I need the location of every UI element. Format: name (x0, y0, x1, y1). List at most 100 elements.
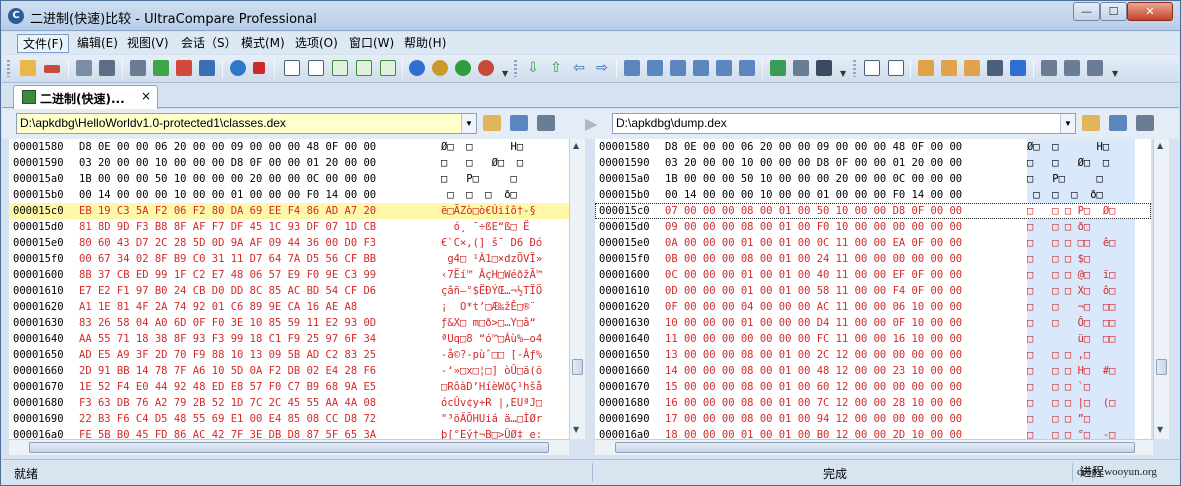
print-preview-icon[interactable] (76, 60, 92, 76)
hex-row[interactable]: 000015e0 80 60 43 D7 2C 28 5D 0D 9A AF 09… (9, 235, 569, 251)
hex-row[interactable]: 00001630 10 00 00 00 01 00 00 00 D4 11 00… (595, 315, 1151, 331)
menu-session[interactable]: 会话（S） (176, 34, 242, 53)
scroll-up-icon[interactable]: ▲ (1157, 141, 1163, 150)
columns-icon[interactable] (1087, 60, 1103, 76)
columns-icon[interactable] (1064, 60, 1080, 76)
hex-row[interactable]: 00001580 D8 0E 00 00 06 20 00 00 09 00 00… (9, 139, 569, 155)
left-vertical-scrollbar[interactable]: ▲ ▼ (569, 139, 585, 439)
hex-row[interactable]: 000015a0 1B 00 00 00 50 10 00 00 00 20 00… (595, 171, 1151, 187)
hex-row[interactable]: 000015b0 00 14 00 00 00 10 00 00 01 00 00… (595, 187, 1151, 203)
hex-row[interactable]: 00001600 8B 37 CB ED 99 1F C2 E7 48 06 57… (9, 267, 569, 283)
menu-help[interactable]: 帮助(H) (399, 34, 451, 53)
hex-row[interactable]: 000015f0 0B 00 00 00 08 00 01 00 24 11 00… (595, 251, 1151, 267)
hex-row[interactable]: 00001610 E7 E2 F1 97 B0 24 CB D0 DD 8C 85… (9, 283, 569, 299)
next-diff-icon[interactable]: ⇩ (525, 60, 541, 76)
hex-row[interactable]: 00001680 16 00 00 00 08 00 01 00 7C 12 00… (595, 395, 1151, 411)
hex-row[interactable]: 00001590 03 20 00 00 10 00 00 00 D8 0F 00… (9, 155, 569, 171)
chevron-down-icon[interactable]: ▼ (1060, 114, 1075, 133)
stop-icon[interactable] (253, 62, 265, 74)
hex-row[interactable]: 00001660 14 00 00 00 08 00 01 00 48 12 00… (595, 363, 1151, 379)
hex-row[interactable]: 00001610 0D 00 00 00 01 00 01 00 58 11 00… (595, 283, 1151, 299)
merge-icon[interactable] (716, 60, 732, 76)
open-folder-icon[interactable] (1082, 115, 1100, 131)
print-icon[interactable] (99, 60, 115, 76)
add-icon[interactable] (455, 60, 471, 76)
hex-row[interactable]: 00001670 1E 52 F4 E0 44 92 48 ED E8 57 F0… (9, 379, 569, 395)
hex-row[interactable]: 000015c0 EB 19 C3 5A F2 06 F2 80 DA 69 EE… (9, 203, 569, 219)
hex-row[interactable]: 00001630 83 26 58 04 A0 6D 0F F0 3E 10 85… (9, 315, 569, 331)
hex-row[interactable]: 000015d0 81 8D 9D F3 B8 8F AF F7 DF 45 1C… (9, 219, 569, 235)
hex-row[interactable]: 00001600 0C 00 00 00 01 00 01 00 40 11 00… (595, 267, 1151, 283)
right-hex-pane[interactable]: 00001580 D8 0E 00 00 06 20 00 00 09 00 00… (595, 139, 1151, 439)
save-icon[interactable] (793, 60, 809, 76)
hex-row[interactable]: 00001580 D8 0E 00 00 06 20 00 00 09 00 00… (595, 139, 1151, 155)
layout-icon[interactable] (284, 60, 300, 76)
close-button[interactable]: ✕ (1127, 2, 1173, 21)
hex-row[interactable]: 00001650 AD E5 A9 3F 2D 70 F9 88 10 13 09… (9, 347, 569, 363)
scroll-thumb[interactable] (29, 442, 549, 453)
minimize-button[interactable]: — (1073, 2, 1100, 21)
merge-icon[interactable] (693, 60, 709, 76)
hex-row[interactable]: 00001660 2D 91 BB 14 78 7F A6 10 5D 0A F2… (9, 363, 569, 379)
menu-view[interactable]: 视图(V) (122, 34, 174, 53)
window-icon[interactable] (987, 60, 1003, 76)
not-equal-icon[interactable] (176, 60, 192, 76)
new-icon[interactable] (20, 60, 36, 76)
hex-row[interactable]: 000015f0 00 67 34 02 8F B9 C0 31 11 D7 64… (9, 251, 569, 267)
chevron-down-icon[interactable]: ▼ (840, 69, 846, 78)
window-icon[interactable] (941, 60, 957, 76)
list-icon[interactable] (888, 60, 904, 76)
split-icon[interactable] (356, 60, 372, 76)
open-folder-icon[interactable] (483, 115, 501, 131)
left-arrow-icon[interactable]: ⇦ (571, 60, 587, 76)
scroll-thumb[interactable] (1156, 359, 1167, 375)
hex-row[interactable]: 00001640 AA 55 71 18 38 8F 93 F3 99 18 C1… (9, 331, 569, 347)
sync-icon[interactable] (432, 60, 448, 76)
right-arrow-icon[interactable]: ⇨ (594, 60, 610, 76)
sync-arrow-icon[interactable]: ▶ (585, 114, 597, 133)
hex-row[interactable]: 00001690 22 B3 F6 C4 D5 48 55 69 E1 00 E4… (9, 411, 569, 427)
layout-icon[interactable] (308, 60, 324, 76)
scroll-down-icon[interactable]: ▼ (573, 425, 579, 434)
window-icon[interactable] (964, 60, 980, 76)
split-icon[interactable] (332, 60, 348, 76)
columns-icon[interactable] (1041, 60, 1057, 76)
ignore-icon[interactable] (153, 60, 169, 76)
undo-icon[interactable] (770, 60, 786, 76)
hex-row[interactable]: 00001590 03 20 00 00 10 00 00 00 D8 0F 00… (595, 155, 1151, 171)
hex-row[interactable]: 000015a0 1B 00 00 00 50 10 00 00 00 20 00… (9, 171, 569, 187)
menu-edit[interactable]: 编辑(E) (72, 34, 123, 53)
browse-icon[interactable] (1109, 115, 1127, 131)
chevron-down-icon[interactable]: ▼ (1112, 69, 1118, 78)
hex-row[interactable]: 00001620 0F 00 00 00 04 00 00 00 AC 11 00… (595, 299, 1151, 315)
merge-icon[interactable] (647, 60, 663, 76)
menu-options[interactable]: 选项(O) (290, 34, 343, 53)
hex-row[interactable]: 00001620 A1 1E 81 4F 2A 74 92 01 C6 89 9E… (9, 299, 569, 315)
merge-icon[interactable] (739, 60, 755, 76)
hex-row[interactable]: 000015e0 0A 00 00 00 01 00 01 00 0C 11 00… (595, 235, 1151, 251)
open-icon[interactable] (44, 65, 60, 73)
hex-row[interactable]: 000016a0 18 00 00 00 01 00 01 00 B0 12 00… (595, 427, 1151, 439)
maximize-button[interactable]: ☐ (1100, 2, 1127, 21)
toolbar-grip[interactable] (853, 60, 856, 77)
list-icon[interactable] (864, 60, 880, 76)
chevron-down-icon[interactable]: ▼ (502, 69, 508, 78)
scroll-down-icon[interactable]: ▼ (1157, 425, 1163, 434)
hex-row[interactable]: 000016a0 FE 5B B0 45 FD 86 AC 42 7F 3E DB… (9, 427, 569, 439)
remove-icon[interactable] (478, 60, 494, 76)
filter-icon[interactable] (130, 60, 146, 76)
scroll-up-icon[interactable]: ▲ (573, 141, 579, 150)
save-as-icon[interactable] (816, 60, 832, 76)
hex-row[interactable]: 000015c0 07 00 00 00 08 00 01 00 50 10 00… (595, 203, 1151, 219)
network-icon[interactable] (1136, 115, 1154, 131)
browse-icon[interactable] (510, 115, 528, 131)
hex-row[interactable]: 00001670 15 00 00 00 08 00 01 00 60 12 00… (595, 379, 1151, 395)
menu-window[interactable]: 窗口(W) (344, 34, 399, 53)
globe-icon[interactable] (409, 60, 425, 76)
left-hex-pane[interactable]: 00001580 D8 0E 00 00 06 20 00 00 09 00 00… (9, 139, 569, 439)
chevron-down-icon[interactable]: ▼ (461, 114, 476, 133)
hex-row[interactable]: 00001640 11 00 00 00 00 00 00 00 FC 11 00… (595, 331, 1151, 347)
split-icon[interactable] (380, 60, 396, 76)
hex-row[interactable]: 00001690 17 00 00 00 08 00 01 00 94 12 00… (595, 411, 1151, 427)
scroll-thumb[interactable] (615, 442, 1135, 453)
